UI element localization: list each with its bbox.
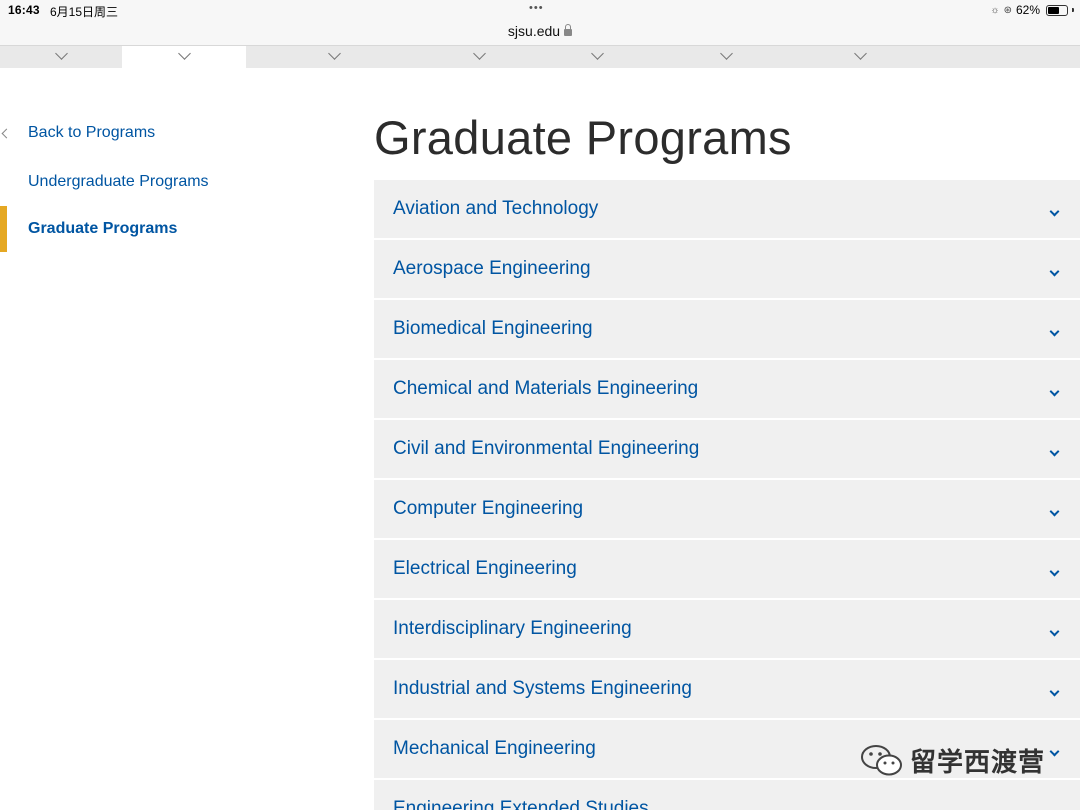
accordion-item-label: Aviation and Technology xyxy=(393,198,599,219)
battery-percent: 62% xyxy=(1015,3,1040,17)
status-date: 6月15日周三 xyxy=(50,5,119,19)
url-text[interactable]: sjsu.edu xyxy=(508,23,560,39)
accordion-item-label: Biomedical Engineering xyxy=(393,318,593,339)
chevron-down-icon xyxy=(1049,386,1060,397)
chevron-down-icon xyxy=(720,47,733,60)
chevron-down-icon xyxy=(328,47,341,60)
address-bar[interactable]: sjsu.edu xyxy=(0,22,1080,46)
multitasking-dots-icon[interactable]: ••• xyxy=(529,2,544,14)
accordion-item[interactable]: Aerospace Engineering xyxy=(374,240,1080,298)
accordion-item-label: Chemical and Materials Engineering xyxy=(393,378,699,399)
chevron-down-icon xyxy=(178,47,191,60)
accordion-item-label: Aerospace Engineering xyxy=(393,258,591,279)
nav-tab-1[interactable] xyxy=(0,46,122,68)
battery-icon xyxy=(1046,4,1068,16)
chevron-down-icon xyxy=(55,47,68,60)
accordion-item-label: Computer Engineering xyxy=(393,498,584,519)
sidebar-item-undergraduate[interactable]: Undergraduate Programs xyxy=(28,173,209,191)
watermark: 留学西渡营 xyxy=(860,742,1045,779)
nav-tab-3[interactable] xyxy=(246,46,421,68)
chevron-down-icon xyxy=(1049,686,1060,697)
accordion-item-label: Civil and Environmental Engineering xyxy=(393,438,700,459)
site-nav xyxy=(0,46,1080,68)
chevron-down-icon xyxy=(591,47,604,60)
accordion-item-label: Industrial and Systems Engineering xyxy=(393,678,692,699)
accordion-item-label: Interdisciplinary Engineering xyxy=(393,618,632,639)
accordion-item[interactable]: Civil and Environmental Engineering xyxy=(374,420,1080,478)
nav-tab-7[interactable] xyxy=(797,46,925,68)
nav-tab-4[interactable] xyxy=(421,46,539,68)
rotation-lock-icon: ⊛ xyxy=(1003,4,1012,16)
page-title: Graduate Programs xyxy=(374,111,792,164)
nav-tab-5[interactable] xyxy=(539,46,657,68)
chevron-down-icon xyxy=(854,47,867,60)
accordion-item[interactable]: Aviation and Technology xyxy=(374,180,1080,238)
nav-tab-6[interactable] xyxy=(657,46,797,68)
chevron-down-icon xyxy=(1049,746,1060,757)
program-accordion: Aviation and Technology Aerospace Enginee… xyxy=(374,180,1080,810)
chevron-down-icon xyxy=(1049,206,1060,217)
accordion-item[interactable]: Industrial and Systems Engineering xyxy=(374,660,1080,718)
chevron-down-icon xyxy=(1049,626,1060,637)
loading-icon: ☼ xyxy=(990,4,1000,16)
watermark-text: 留学西渡营 xyxy=(910,747,1046,777)
lock-icon xyxy=(564,24,573,36)
status-time: 16:43 xyxy=(8,3,40,17)
nav-tab-2[interactable] xyxy=(122,46,246,68)
chevron-down-icon xyxy=(1049,506,1060,517)
chevron-down-icon xyxy=(1049,446,1060,457)
accordion-item[interactable]: Chemical and Materials Engineering xyxy=(374,360,1080,418)
wechat-logo-icon xyxy=(861,744,902,775)
accordion-item[interactable]: Interdisciplinary Engineering xyxy=(374,600,1080,658)
accordion-item-label: Engineering Extended Studies xyxy=(393,798,649,810)
chevron-down-icon xyxy=(1049,566,1060,577)
chevron-down-icon xyxy=(1049,806,1060,810)
accordion-item[interactable]: Engineering Extended Studies xyxy=(374,780,1080,810)
chevron-left-icon xyxy=(1,128,12,139)
status-bar: 16:43 6月15日周三 ••• ☼ ⊛ 62% xyxy=(0,0,1080,22)
chevron-down-icon xyxy=(1049,266,1060,277)
accordion-item[interactable]: Biomedical Engineering xyxy=(374,300,1080,358)
chevron-down-icon xyxy=(473,47,486,60)
accordion-item-label: Mechanical Engineering xyxy=(393,738,596,759)
accordion-item[interactable]: Computer Engineering xyxy=(374,480,1080,538)
sidebar-item-graduate[interactable]: Graduate Programs xyxy=(28,220,177,238)
status-indicators: ☼ ⊛ 62% xyxy=(990,3,1074,17)
back-to-programs-link[interactable]: Back to Programs xyxy=(28,124,155,142)
accordion-item[interactable]: Electrical Engineering xyxy=(374,540,1080,598)
chevron-down-icon xyxy=(1049,326,1060,337)
active-indicator xyxy=(0,206,7,252)
accordion-item-label: Electrical Engineering xyxy=(393,558,577,579)
